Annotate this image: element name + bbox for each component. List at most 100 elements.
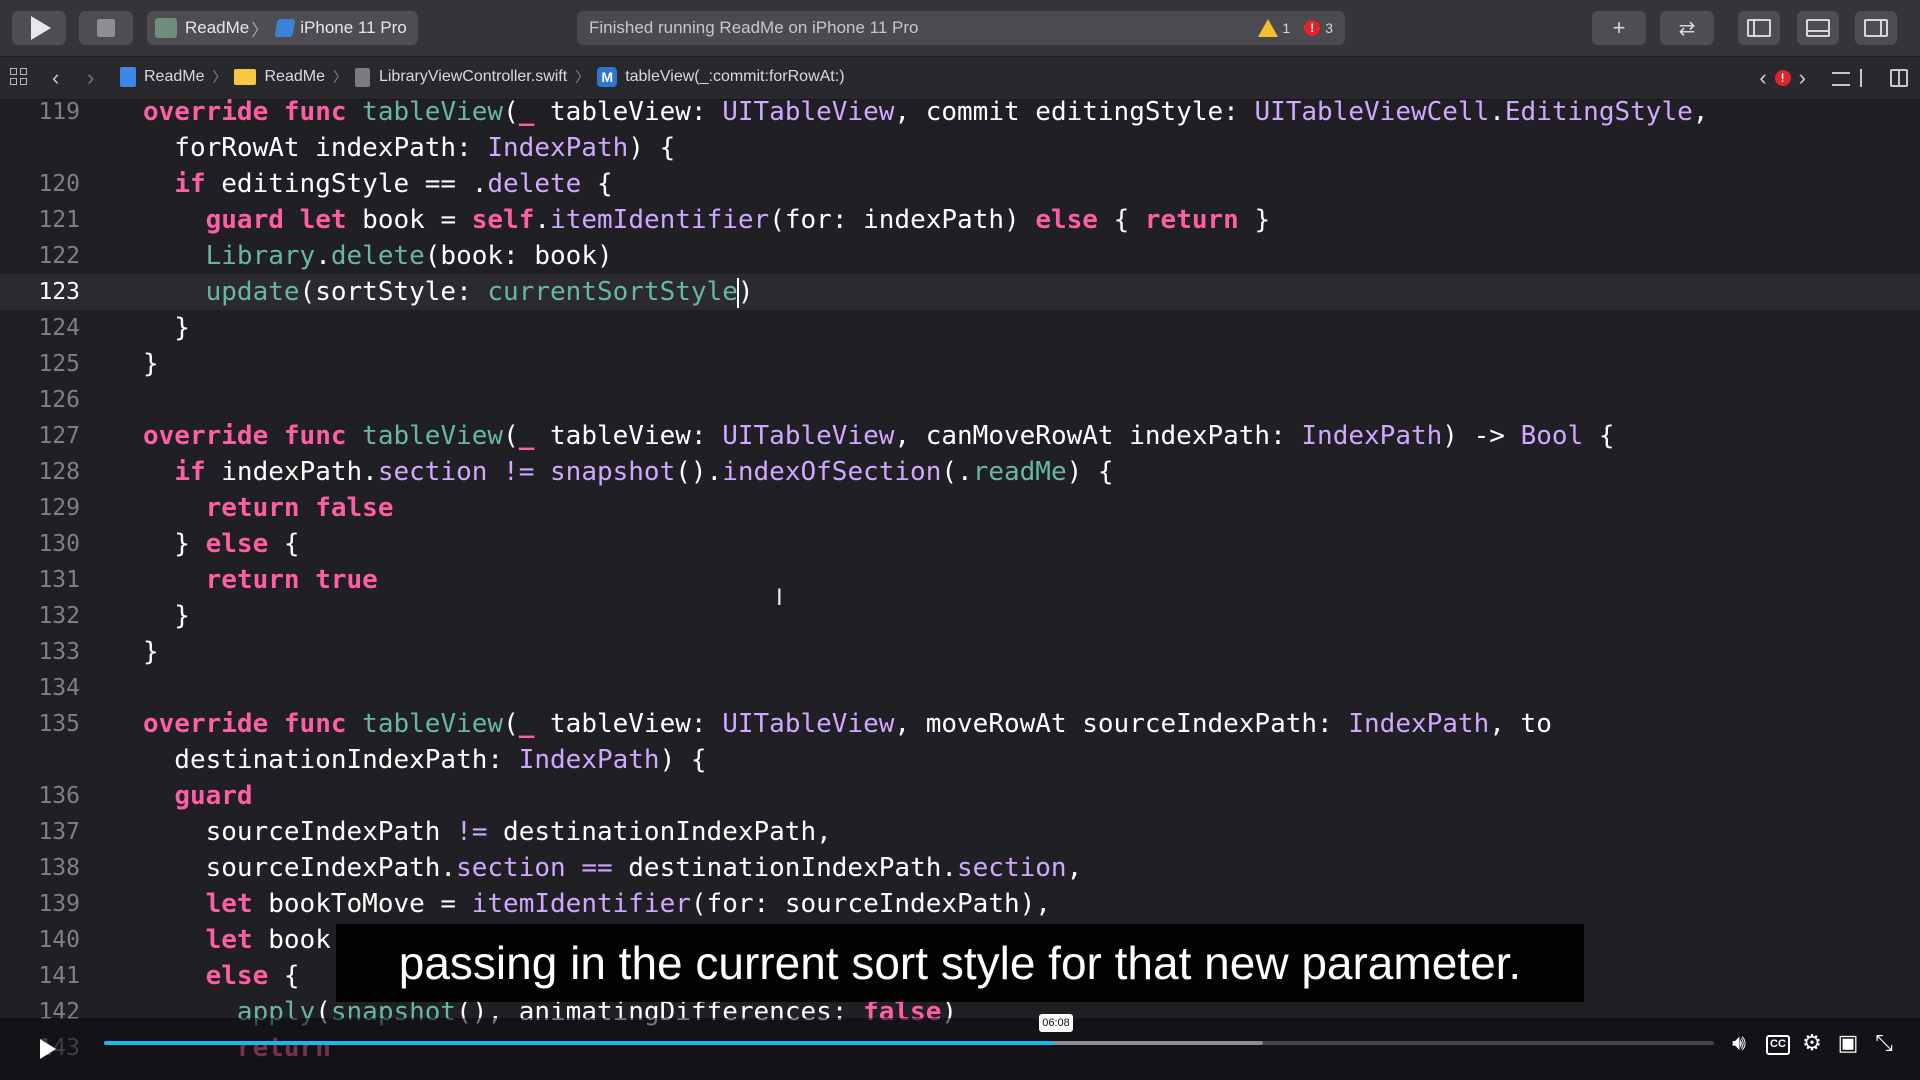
code-line[interactable]: 131 return true — [0, 562, 1920, 598]
code-token: (for: indexPath) — [769, 205, 1036, 235]
line-number: 136 — [38, 783, 80, 809]
code-line[interactable]: 130 } else { — [0, 526, 1920, 562]
code-token: destinationIndexPath. — [612, 853, 957, 883]
code-line[interactable]: 121 guard let book = self.itemIdentifier… — [0, 202, 1920, 238]
code-line[interactable]: 128 if indexPath.section != snapshot().i… — [0, 454, 1920, 490]
issue-error-icon[interactable]: ! — [1774, 70, 1791, 86]
code-text: } else { — [143, 526, 299, 562]
code-token: ( — [503, 421, 519, 451]
breadcrumb-file[interactable]: LibraryViewController.swift — [354, 67, 567, 87]
app-icon — [155, 18, 177, 38]
gear-icon[interactable]: ⚙ — [1798, 1031, 1826, 1055]
code-token: book — [252, 925, 331, 955]
breadcrumb-symbol[interactable]: M tableView(_:commit:forRowAt:) — [597, 67, 845, 87]
chevron-right-icon: 〉 — [251, 20, 269, 40]
code-token: tableView — [362, 421, 504, 451]
code-token: section — [377, 457, 488, 487]
swift-file-icon — [354, 67, 370, 87]
breadcrumb-group[interactable]: ReadMe — [234, 68, 325, 86]
next-issue-icon[interactable]: › — [1799, 65, 1806, 91]
code-line[interactable]: 122 Library.delete(book: book) — [0, 238, 1920, 274]
error-indicator[interactable]: ! 3 — [1304, 20, 1333, 36]
code-line[interactable]: 125} — [0, 346, 1920, 382]
code-text: let book — [143, 922, 331, 958]
code-line[interactable]: 133} — [0, 634, 1920, 670]
captions-icon[interactable]: CC — [1766, 1035, 1790, 1055]
code-token: override — [143, 709, 269, 739]
breadcrumb: ReadMe 〉 ReadMe 〉 LibraryViewController.… — [120, 67, 845, 87]
line-number: 127 — [38, 423, 80, 449]
code-line[interactable]: 120 if editingStyle == .delete { — [0, 166, 1920, 202]
code-line[interactable]: 127 override func tableView(_ tableView: … — [0, 418, 1920, 454]
code-token: snapshot — [550, 457, 676, 487]
inspector-toggle[interactable] — [1855, 11, 1897, 45]
editor-options-icon[interactable] — [1832, 69, 1862, 87]
code-line[interactable]: forRowAt indexPath: IndexPath) { — [0, 130, 1920, 166]
code-text: override func tableView(_ tableView: UIT… — [143, 418, 1615, 454]
code-token: } — [143, 313, 190, 343]
code-line[interactable]: destinationIndexPath: IndexPath) { — [0, 742, 1920, 778]
stop-button[interactable] — [79, 11, 133, 45]
back-arrow-icon[interactable]: ‹ — [52, 65, 59, 91]
debug-area-toggle[interactable] — [1797, 11, 1839, 45]
line-number: 139 — [38, 891, 80, 917]
right-panel-icon — [1864, 19, 1888, 37]
picture-in-picture-icon[interactable]: ▣ — [1834, 1031, 1862, 1055]
code-token: let — [205, 925, 253, 955]
code-line[interactable]: 119 override func tableView(_ tableView: … — [0, 94, 1920, 130]
code-token: } — [143, 349, 159, 379]
code-line[interactable]: 129 return false — [0, 490, 1920, 526]
code-line[interactable]: 137 sourceIndexPath != destinationIndexP… — [0, 814, 1920, 850]
code-token: == — [581, 853, 613, 883]
code-token: let — [205, 889, 253, 919]
code-review-button[interactable]: ⇄ — [1660, 11, 1714, 45]
code-token: } — [143, 637, 159, 667]
add-editor-icon[interactable] — [1890, 69, 1908, 87]
warning-indicator[interactable]: 1 — [1258, 19, 1290, 37]
previous-issue-icon[interactable]: ‹ — [1759, 65, 1766, 91]
code-text: } — [143, 346, 159, 382]
chevron-right-icon: 〉 — [575, 69, 590, 85]
scheme-selector[interactable]: ReadMe 〉 iPhone 11 Pro — [147, 11, 418, 45]
fullscreen-icon[interactable]: ⤡ — [1870, 1031, 1898, 1055]
code-line[interactable]: 136 guard — [0, 778, 1920, 814]
code-token: , canMoveRowAt indexPath: — [894, 421, 1302, 451]
code-line[interactable]: 132 } — [0, 598, 1920, 634]
scheme-device-label: iPhone 11 Pro — [300, 18, 407, 37]
code-line[interactable]: 126 — [0, 382, 1920, 418]
chevron-right-icon: 〉 — [212, 69, 227, 85]
breadcrumb-project[interactable]: ReadMe — [120, 67, 204, 87]
code-line[interactable]: 123 update(sortStyle: currentSortStyle) — [0, 274, 1920, 310]
forward-arrow-icon[interactable]: › — [87, 65, 94, 91]
volume-icon[interactable]: 🔊︎ — [1725, 1031, 1753, 1055]
code-line[interactable]: 138 sourceIndexPath.section == destinati… — [0, 850, 1920, 886]
code-token: itemIdentifier — [471, 889, 691, 919]
related-items-icon[interactable] — [10, 68, 30, 88]
code-line[interactable]: 134 — [0, 670, 1920, 706]
xcode-project-icon — [120, 67, 136, 87]
stop-icon — [97, 19, 115, 37]
code-token: section — [456, 853, 566, 883]
code-token: delete — [487, 169, 582, 199]
code-line[interactable]: 124 } — [0, 310, 1920, 346]
navigator-toggle[interactable] — [1738, 11, 1780, 45]
code-line[interactable]: 135 override func tableView(_ tableView: … — [0, 706, 1920, 742]
video-play-icon[interactable] — [40, 1039, 56, 1059]
code-token: (for: sourceIndexPath), — [690, 889, 1051, 919]
code-line[interactable]: 139 let bookToMove = itemIdentifier(for:… — [0, 886, 1920, 922]
line-number: 140 — [38, 927, 80, 953]
run-button[interactable] — [12, 11, 66, 45]
line-number: 125 — [38, 351, 80, 377]
warning-icon — [1258, 19, 1279, 37]
line-number: 119 — [38, 99, 80, 125]
status-text: Finished running ReadMe on iPhone 11 Pro — [589, 18, 919, 37]
library-button[interactable]: + — [1592, 11, 1646, 45]
code-token: else — [1035, 205, 1098, 235]
code-token: tableView: — [534, 709, 723, 739]
video-progress-bar[interactable] — [104, 1041, 1714, 1045]
